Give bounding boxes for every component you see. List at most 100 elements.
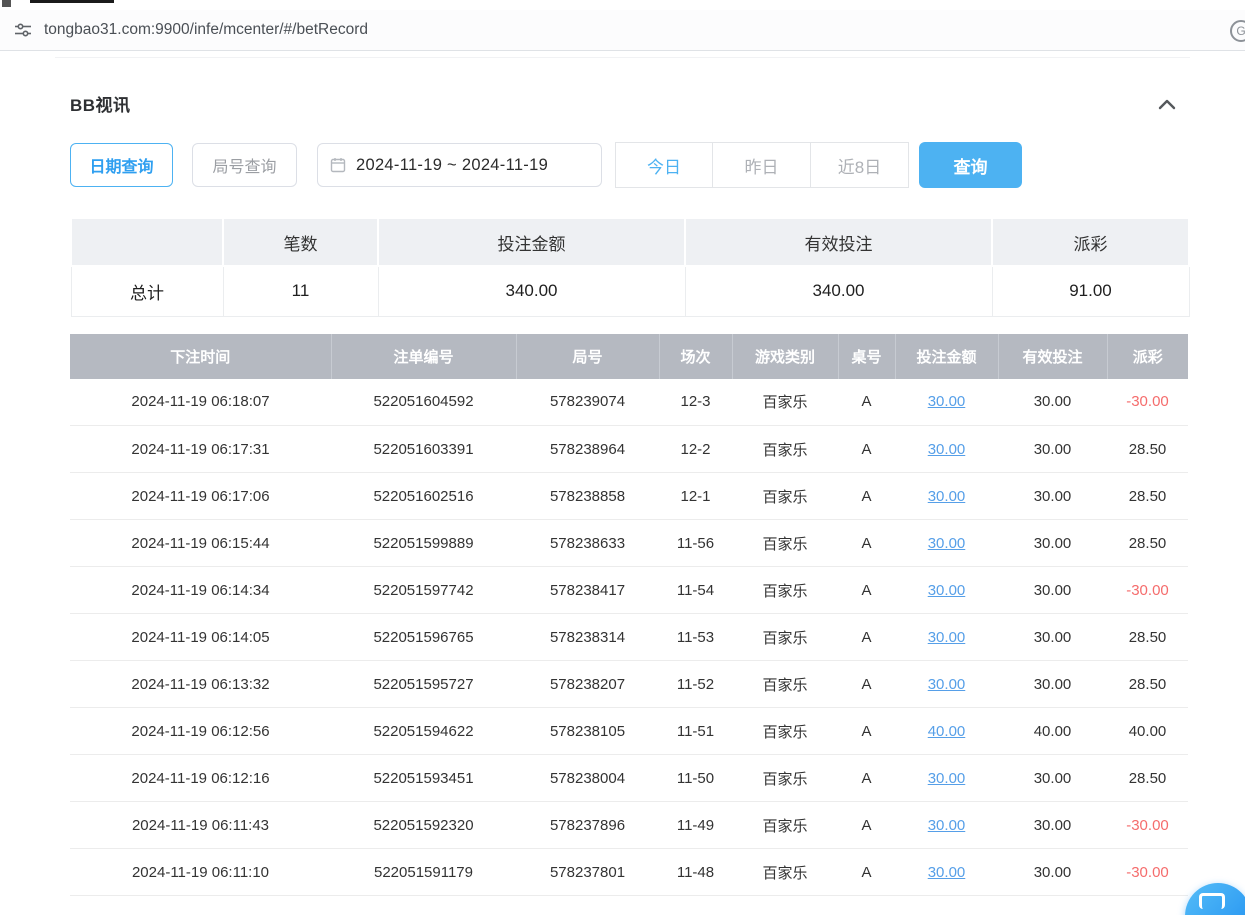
cell-bet-time: 2024-11-19 06:13:32 xyxy=(70,661,331,708)
table-row: 2024-11-19 06:17:06 522051602516 5782388… xyxy=(70,473,1188,520)
table-row: 2024-11-19 06:13:32 522051595727 5782382… xyxy=(70,661,1188,708)
cell-payout: 28.50 xyxy=(1107,661,1188,708)
cell-valid-bet: 30.00 xyxy=(998,661,1107,708)
cell-session: 12-3 xyxy=(659,379,732,426)
summary-total-label: 总计 xyxy=(71,266,223,316)
summary-header-bet-amount: 投注金额 xyxy=(378,218,685,266)
cell-game-type: 百家乐 xyxy=(732,520,838,567)
site-settings-icon[interactable] xyxy=(14,21,32,39)
cell-bet-amount: 40.00 xyxy=(895,708,998,755)
cell-round-no: 578238633 xyxy=(516,520,659,567)
quick-range-group: 今日 昨日 近8日 xyxy=(615,142,909,188)
cell-table-no: A xyxy=(838,755,895,802)
records-header-row: 下注时间 注单编号 局号 场次 游戏类别 桌号 投注金额 有效投注 派彩 xyxy=(70,334,1188,379)
date-query-button[interactable]: 日期查询 xyxy=(70,143,173,187)
summary-header-valid-bet: 有效投注 xyxy=(685,218,992,266)
customer-service-button[interactable] xyxy=(1185,883,1245,915)
cell-bet-time: 2024-11-19 06:11:10 xyxy=(70,849,331,896)
table-row: 2024-11-19 06:15:44 522051599889 5782386… xyxy=(70,520,1188,567)
bet-amount-link[interactable]: 30.00 xyxy=(928,582,966,599)
bet-amount-link[interactable]: 30.00 xyxy=(928,629,966,646)
address-bar[interactable]: tongbao31.com:9900/infe/mcenter/#/betRec… xyxy=(0,10,1245,51)
bet-amount-link[interactable]: 30.00 xyxy=(928,770,966,787)
bet-amount-link[interactable]: 40.00 xyxy=(928,723,966,740)
table-row: 2024-11-19 06:11:43 522051592320 5782378… xyxy=(70,802,1188,849)
cell-bet-time: 2024-11-19 06:17:06 xyxy=(70,473,331,520)
cell-bet-id: 522051595727 xyxy=(331,661,516,708)
cell-round-no: 578237896 xyxy=(516,802,659,849)
bet-amount-link[interactable]: 30.00 xyxy=(928,864,966,881)
cell-bet-amount: 30.00 xyxy=(895,614,998,661)
summary-total-count: 11 xyxy=(223,266,378,316)
cell-bet-amount: 30.00 xyxy=(895,379,998,426)
bet-amount-link[interactable]: 30.00 xyxy=(928,535,966,552)
cell-table-no: A xyxy=(838,614,895,661)
table-row: 2024-11-19 06:18:07 522051604592 5782390… xyxy=(70,379,1188,426)
cell-table-no: A xyxy=(838,802,895,849)
cell-bet-id: 522051597742 xyxy=(331,567,516,614)
table-row: 2024-11-19 06:11:10 522051591179 5782378… xyxy=(70,849,1188,896)
cell-game-type: 百家乐 xyxy=(732,755,838,802)
cell-bet-amount: 30.00 xyxy=(895,567,998,614)
collapse-icon[interactable] xyxy=(1158,98,1176,110)
cell-payout: 28.50 xyxy=(1107,520,1188,567)
round-query-button[interactable]: 局号查询 xyxy=(192,143,297,187)
panel-header: BB视讯 xyxy=(70,91,1188,116)
bet-records-table: 下注时间 注单编号 局号 场次 游戏类别 桌号 投注金额 有效投注 派彩 202… xyxy=(70,334,1188,897)
last-8-days-button[interactable]: 近8日 xyxy=(811,142,909,188)
cell-valid-bet: 30.00 xyxy=(998,520,1107,567)
cell-bet-id: 522051599889 xyxy=(331,520,516,567)
cell-payout: -30.00 xyxy=(1107,849,1188,896)
cell-valid-bet: 30.00 xyxy=(998,802,1107,849)
cell-bet-amount: 30.00 xyxy=(895,802,998,849)
cell-bet-amount: 30.00 xyxy=(895,661,998,708)
bet-amount-link[interactable]: 30.00 xyxy=(928,393,966,410)
cell-bet-id: 522051603391 xyxy=(331,426,516,473)
cell-game-type: 百家乐 xyxy=(732,849,838,896)
cell-bet-id: 522051602516 xyxy=(331,473,516,520)
table-row: 2024-11-19 06:12:16 522051593451 5782380… xyxy=(70,755,1188,802)
cell-table-no: A xyxy=(838,473,895,520)
summary-header-blank xyxy=(71,218,223,266)
cell-game-type: 百家乐 xyxy=(732,379,838,426)
cell-table-no: A xyxy=(838,379,895,426)
cell-bet-time: 2024-11-19 06:15:44 xyxy=(70,520,331,567)
bet-amount-link[interactable]: 30.00 xyxy=(928,488,966,505)
cell-payout: 28.50 xyxy=(1107,426,1188,473)
cell-valid-bet: 30.00 xyxy=(998,379,1107,426)
summary-total-bet-amount: 340.00 xyxy=(378,266,685,316)
cell-bet-time: 2024-11-19 06:12:56 xyxy=(70,708,331,755)
cell-bet-time: 2024-11-19 06:14:05 xyxy=(70,614,331,661)
cell-session: 11-51 xyxy=(659,708,732,755)
cell-bet-id: 522051591179 xyxy=(331,849,516,896)
cell-payout: -30.00 xyxy=(1107,379,1188,426)
bet-amount-link[interactable]: 30.00 xyxy=(928,676,966,693)
col-header-bet-amount: 投注金额 xyxy=(895,334,998,379)
summary-header-count: 笔数 xyxy=(223,218,378,266)
search-button[interactable]: 查询 xyxy=(919,142,1022,188)
tab-favicon xyxy=(2,0,11,7)
cell-valid-bet: 30.00 xyxy=(998,473,1107,520)
cell-bet-time: 2024-11-19 06:11:43 xyxy=(70,802,331,849)
cell-game-type: 百家乐 xyxy=(732,567,838,614)
cell-valid-bet: 30.00 xyxy=(998,567,1107,614)
bet-amount-link[interactable]: 30.00 xyxy=(928,441,966,458)
browser-extension-icon[interactable]: G xyxy=(1230,20,1245,42)
cell-bet-amount: 30.00 xyxy=(895,755,998,802)
today-button[interactable]: 今日 xyxy=(615,142,713,188)
cell-game-type: 百家乐 xyxy=(732,802,838,849)
col-header-bet-time: 下注时间 xyxy=(70,334,331,379)
date-range-input[interactable]: 2024-11-19 ~ 2024-11-19 xyxy=(317,143,602,187)
cell-round-no: 578238105 xyxy=(516,708,659,755)
cell-bet-id: 522051604592 xyxy=(331,379,516,426)
col-header-session: 场次 xyxy=(659,334,732,379)
cell-table-no: A xyxy=(838,520,895,567)
table-row: 2024-11-19 06:17:31 522051603391 5782389… xyxy=(70,426,1188,473)
yesterday-button[interactable]: 昨日 xyxy=(713,142,811,188)
col-header-game-type: 游戏类别 xyxy=(732,334,838,379)
summary-table: 笔数 投注金额 有效投注 派彩 总计 11 340.00 340.00 91.0… xyxy=(70,217,1190,317)
url-text: tongbao31.com:9900/infe/mcenter/#/betRec… xyxy=(44,21,1231,39)
bet-amount-link[interactable]: 30.00 xyxy=(928,817,966,834)
cell-valid-bet: 30.00 xyxy=(998,426,1107,473)
cell-game-type: 百家乐 xyxy=(732,708,838,755)
